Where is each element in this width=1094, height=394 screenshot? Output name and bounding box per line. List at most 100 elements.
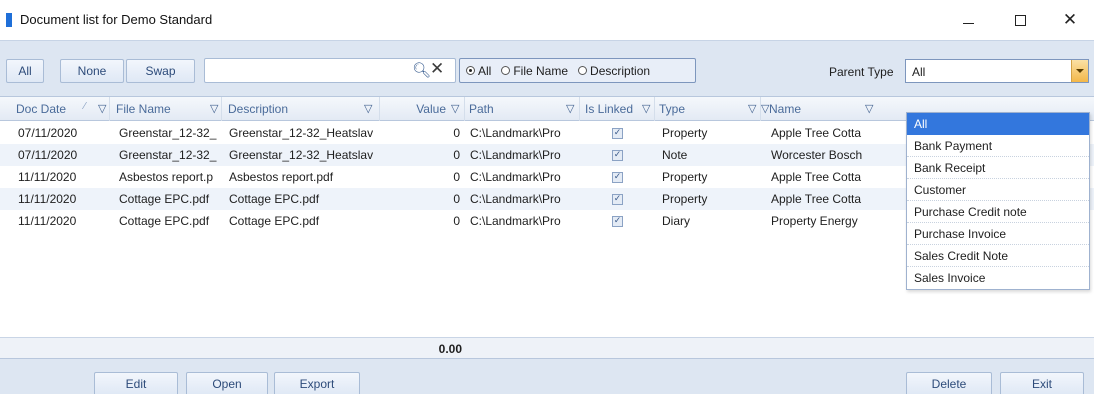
filter-icon[interactable]: ▽: [865, 102, 873, 115]
dropdown-item-customer[interactable]: Customer: [907, 179, 1089, 201]
cell-name: Apple Tree Cotta: [771, 192, 862, 206]
cell-description: Cottage EPC.pdf: [229, 192, 320, 206]
filter-icon[interactable]: ▽: [451, 102, 459, 115]
column-header-label: Path: [469, 102, 494, 116]
cell-name: Property Energy: [771, 214, 858, 228]
dropdown-item-bank-payment[interactable]: Bank Payment: [907, 135, 1089, 157]
column-header-path[interactable]: Path ▽: [465, 97, 580, 121]
close-icon: ✕: [1062, 9, 1078, 30]
exit-button[interactable]: Exit: [1000, 372, 1084, 394]
radio-all-label: All: [478, 63, 492, 78]
parent-type-dropdown-list: All Bank Payment Bank Receipt Customer P…: [906, 112, 1090, 290]
cell-is-linked[interactable]: ✓: [612, 144, 632, 166]
column-header-label: Is Linked: [585, 102, 634, 116]
open-button[interactable]: Open: [186, 372, 268, 394]
summary-row: 0.00: [0, 337, 1094, 359]
delete-button[interactable]: Delete: [906, 372, 992, 394]
column-header-type[interactable]: Type ▽: [655, 97, 761, 121]
cell-name: Apple Tree Cotta: [771, 126, 862, 140]
radio-description[interactable]: Description: [578, 64, 650, 78]
cell-is-linked[interactable]: ✓: [612, 210, 632, 232]
combo-dropdown-button[interactable]: [1071, 60, 1088, 82]
radio-description-label: Description: [590, 63, 651, 78]
dropdown-item-bank-receipt[interactable]: Bank Receipt: [907, 157, 1089, 179]
column-header-value[interactable]: Value ▽: [380, 97, 465, 121]
value-total: 0.00: [438, 342, 462, 356]
select-none-button[interactable]: None: [60, 59, 124, 83]
filter-icon[interactable]: ▽: [98, 102, 106, 115]
radio-dot-icon: [578, 66, 588, 75]
cell-description: Greenstar_12-32_Heatslav: [229, 148, 374, 162]
select-all-button[interactable]: All: [6, 59, 44, 83]
chevron-down-icon: [1076, 69, 1084, 73]
parent-type-combo[interactable]: All: [905, 59, 1089, 83]
dropdown-item-sales-invoice[interactable]: Sales Invoice: [907, 267, 1089, 289]
cell-type: Property: [662, 170, 708, 184]
linked-checkbox[interactable]: ✓: [612, 215, 623, 227]
filter-icon[interactable]: ▽: [364, 102, 372, 115]
column-header-name[interactable]: ▽ Name ▽: [761, 97, 879, 121]
swap-selection-button[interactable]: Swap: [126, 59, 195, 83]
dropdown-item-all[interactable]: All: [907, 113, 1089, 135]
radio-file-name[interactable]: File Name: [501, 64, 568, 78]
cell-value: 0: [453, 192, 460, 206]
cell-file-name: Cottage EPC.pdf: [119, 214, 210, 228]
linked-checkbox[interactable]: ✓: [612, 149, 623, 161]
cell-value: 0: [453, 214, 460, 228]
export-button[interactable]: Export: [274, 372, 360, 394]
cell-path: C:\Landmark\Pro: [470, 214, 561, 228]
filter-icon[interactable]: ▽: [566, 102, 574, 115]
cell-value: 0: [453, 148, 460, 162]
radio-dot-icon: [466, 66, 475, 75]
cell-description: Cottage EPC.pdf: [229, 214, 320, 228]
cell-type: Property: [662, 192, 708, 206]
linked-checkbox[interactable]: ✓: [612, 193, 623, 205]
cell-is-linked[interactable]: ✓: [612, 122, 632, 144]
cell-doc-date: 11/11/2020: [18, 214, 77, 228]
window-title: Document list for Demo Standard: [20, 12, 213, 27]
close-button[interactable]: ✕: [1050, 6, 1090, 34]
app-icon: [6, 13, 12, 27]
cell-value: 0: [453, 126, 460, 140]
column-header-label: Name: [769, 102, 802, 116]
magnifier-icon[interactable]: 🔍︎: [412, 61, 431, 79]
cell-name: Worcester Bosch: [771, 148, 863, 162]
maximize-icon: [1014, 14, 1026, 26]
clear-search-icon[interactable]: ✕: [430, 59, 444, 79]
parent-type-value: All: [912, 65, 926, 79]
parent-type-label: Parent Type: [829, 65, 894, 79]
cell-path: C:\Landmark\Pro: [470, 170, 561, 184]
cell-path: C:\Landmark\Pro: [470, 192, 561, 206]
cell-is-linked[interactable]: ✓: [612, 166, 632, 188]
cell-is-linked[interactable]: ✓: [612, 188, 632, 210]
bottom-toolbar: Edit Open Export Delete Exit: [0, 358, 1094, 394]
filter-icon[interactable]: ▽: [210, 102, 218, 115]
toolbar: All None Swap 🔍︎ ✕ All File Name Descrip…: [0, 40, 1094, 96]
radio-all[interactable]: All: [466, 64, 491, 78]
cell-description: Asbestos report.pdf: [229, 170, 334, 184]
dropdown-item-purchase-invoice[interactable]: Purchase Invoice: [907, 223, 1089, 245]
column-header-doc-date[interactable]: Doc Date ⁄ ▽: [0, 97, 110, 121]
linked-checkbox[interactable]: ✓: [612, 171, 623, 183]
radio-dot-icon: [501, 66, 511, 75]
cell-description: Greenstar_12-32_Heatslav: [229, 126, 374, 140]
column-header-label: Value: [416, 102, 446, 116]
dropdown-item-purchase-credit-note[interactable]: Purchase Credit note: [907, 201, 1089, 223]
filter-icon[interactable]: ▽: [761, 102, 769, 115]
cell-doc-date: 11/11/2020: [18, 170, 77, 184]
column-header-description[interactable]: Description ▽: [222, 97, 380, 121]
linked-checkbox[interactable]: ✓: [612, 127, 623, 139]
cell-type: Property: [662, 126, 708, 140]
column-header-is-linked[interactable]: Is Linked ▽: [580, 97, 655, 121]
maximize-button[interactable]: [1000, 6, 1040, 34]
cell-file-name: Cottage EPC.pdf: [119, 192, 210, 206]
column-header-label: Description: [228, 102, 289, 116]
filter-icon[interactable]: ▽: [642, 102, 650, 115]
minimize-icon: [962, 22, 974, 24]
column-header-label: Doc Date: [16, 102, 67, 116]
dropdown-item-sales-credit-note[interactable]: Sales Credit Note: [907, 245, 1089, 267]
filter-icon[interactable]: ▽: [748, 102, 756, 115]
minimize-button[interactable]: [948, 6, 988, 34]
edit-button[interactable]: Edit: [94, 372, 178, 394]
column-header-file-name[interactable]: File Name ▽: [110, 97, 222, 121]
